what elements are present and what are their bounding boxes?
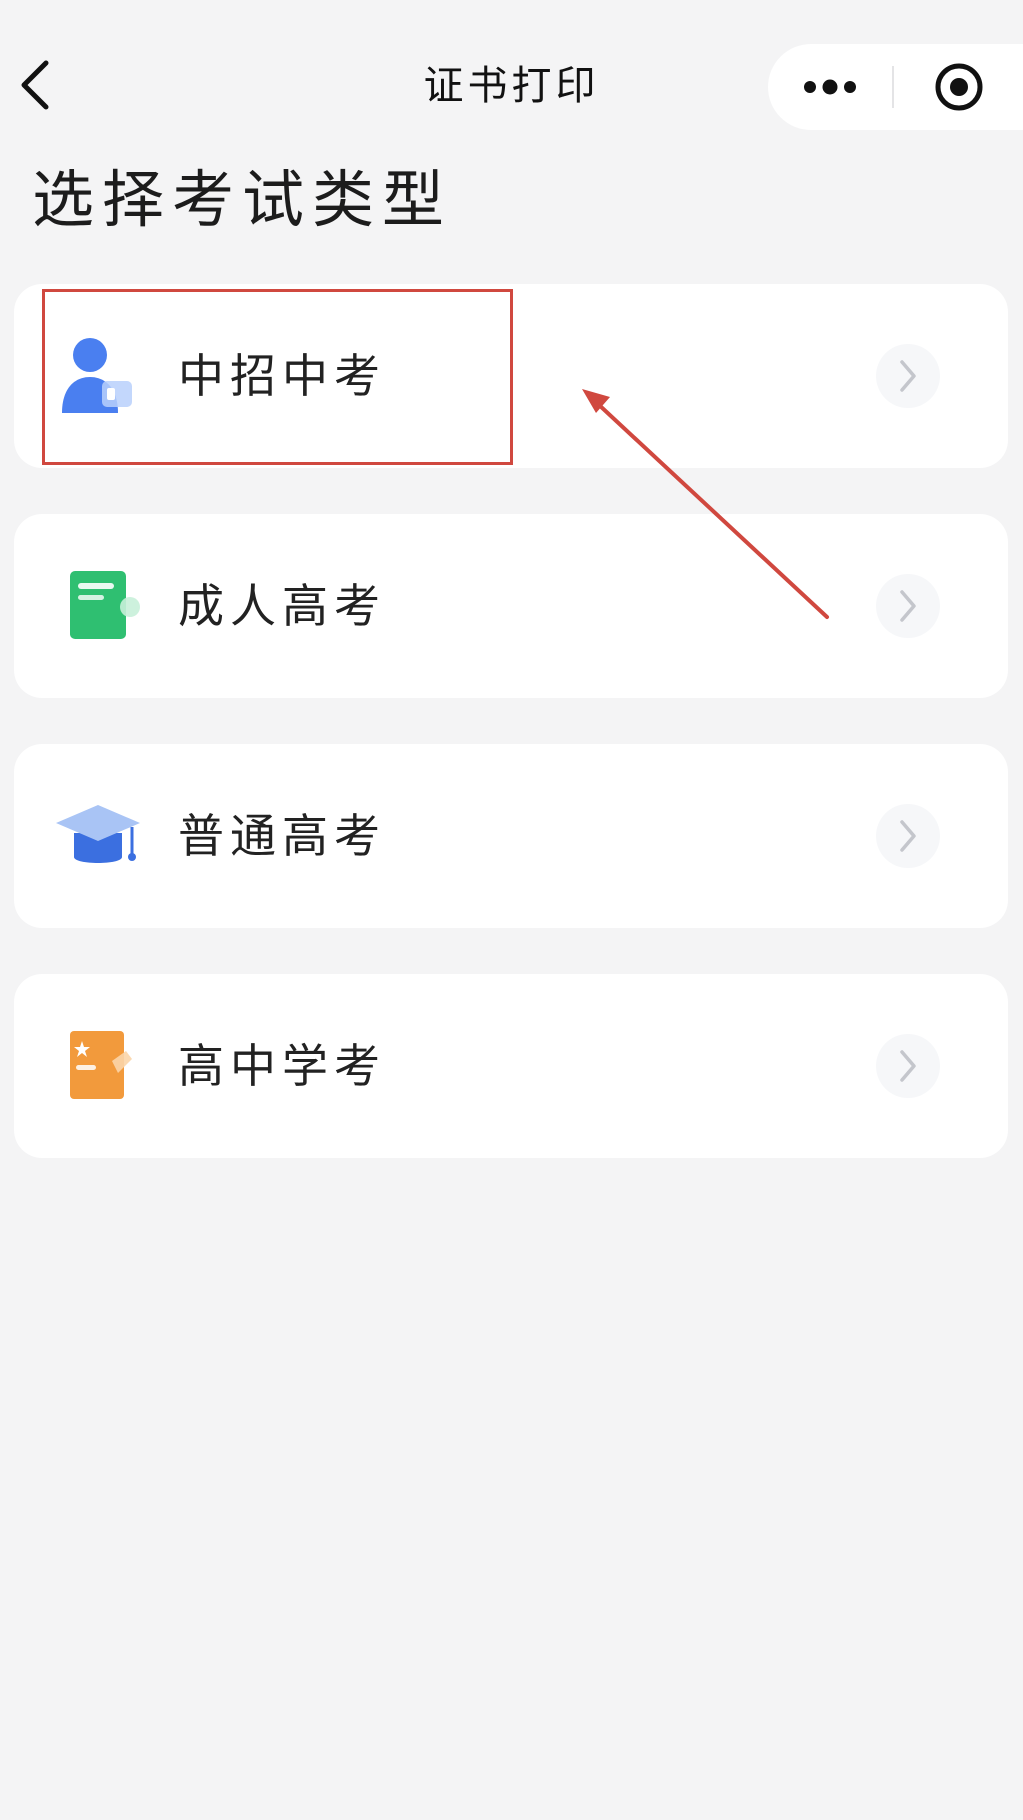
- more-dots-icon: [804, 79, 856, 95]
- certificate-icon: [54, 1021, 144, 1111]
- chevron-right-icon: [876, 804, 940, 868]
- exam-card-xuekao[interactable]: 高中学考: [14, 974, 1008, 1158]
- exam-card-label: 普通高考: [178, 809, 386, 863]
- target-close-icon: [935, 63, 982, 111]
- exam-card-label: 高中学考: [178, 1039, 386, 1093]
- mini-program-capsule: [768, 44, 1023, 130]
- navigation-bar: 证书打印: [0, 0, 1023, 176]
- highlight-box: [42, 289, 513, 465]
- book-icon: [54, 561, 144, 651]
- chevron-right-icon: [876, 344, 940, 408]
- graduation-cap-icon: [54, 791, 144, 881]
- section-heading: 选择考试类型: [32, 163, 453, 236]
- chevron-right-icon: [876, 574, 940, 638]
- close-button[interactable]: [894, 44, 1023, 130]
- exam-card-gaokao[interactable]: 普通高考: [14, 744, 1008, 928]
- exam-card-label: 成人高考: [178, 579, 386, 633]
- chevron-right-icon: [876, 1034, 940, 1098]
- exam-card-chengren[interactable]: 成人高考: [14, 514, 1008, 698]
- more-button[interactable]: [768, 44, 892, 130]
